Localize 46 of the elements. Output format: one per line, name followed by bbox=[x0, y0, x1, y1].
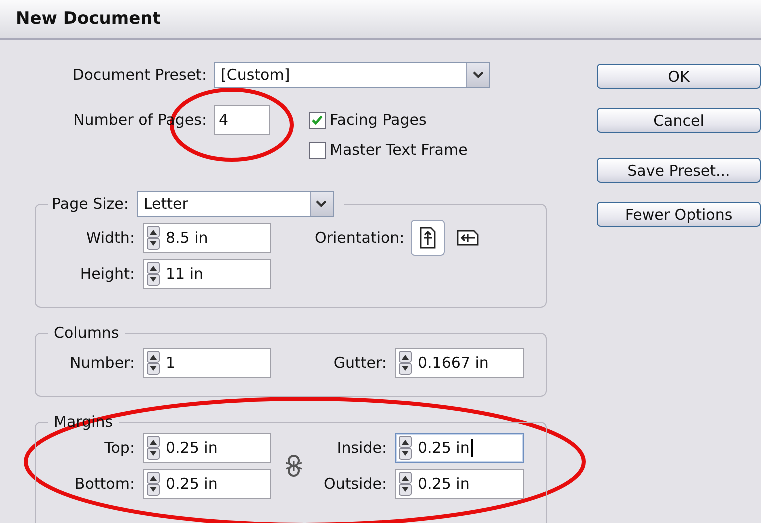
checkbox-label[interactable]: Facing Pages bbox=[330, 111, 427, 129]
dialog-button[interactable]: OK bbox=[597, 64, 761, 89]
spinner-arrows-icon bbox=[147, 262, 160, 286]
dialog-button[interactable]: Cancel bbox=[597, 108, 761, 133]
field-label: Width: bbox=[85, 229, 135, 247]
field-label: Number: bbox=[68, 354, 135, 372]
window-title: New Document bbox=[16, 9, 161, 29]
spinner-arrows-icon bbox=[399, 436, 412, 460]
portrait-page-icon bbox=[418, 227, 437, 249]
dialog-button[interactable]: Fewer Options bbox=[597, 202, 761, 227]
spinner-arrows-icon bbox=[147, 436, 160, 460]
spinner-arrows-icon bbox=[147, 351, 160, 375]
field-label: Bottom: bbox=[74, 475, 135, 493]
spinner-field[interactable]: 0.25 in bbox=[395, 469, 524, 499]
dropdown[interactable]: Letter bbox=[136, 191, 334, 217]
spinner-field[interactable]: 0.1667 in bbox=[395, 348, 524, 378]
field-label: Orientation: bbox=[315, 229, 405, 247]
checkbox[interactable] bbox=[309, 112, 326, 128]
field-label: Height: bbox=[79, 265, 135, 283]
spinner-field[interactable]: 1 bbox=[143, 348, 271, 378]
field-label: Page Size: bbox=[52, 195, 129, 213]
spinner-arrows-icon bbox=[147, 472, 160, 496]
text-field[interactable]: 4 bbox=[214, 105, 270, 135]
field-label: Gutter: bbox=[332, 354, 387, 372]
spinner-arrows-icon bbox=[147, 226, 160, 250]
field-label: Outside: bbox=[323, 475, 387, 493]
checkbox[interactable] bbox=[309, 142, 326, 158]
spinner-arrows-icon bbox=[399, 351, 412, 375]
spinner-field[interactable]: 0.25 in bbox=[395, 433, 524, 463]
spinner-field[interactable]: 11 in bbox=[143, 259, 271, 289]
field-label: Inside: bbox=[336, 439, 387, 457]
spinner-arrows-icon bbox=[399, 472, 412, 496]
spinner-field[interactable]: 8.5 in bbox=[143, 223, 271, 253]
chevron-icon bbox=[472, 71, 484, 79]
chevron-icon bbox=[316, 200, 328, 208]
orientation-button[interactable] bbox=[410, 220, 445, 256]
dropdown[interactable]: [Custom] bbox=[214, 62, 490, 88]
spinner-field[interactable]: 0.25 in bbox=[143, 469, 271, 499]
field-label: Document Preset: bbox=[72, 66, 207, 84]
landscape-page-icon bbox=[456, 229, 479, 247]
checkbox-label[interactable]: Master Text Frame bbox=[330, 141, 468, 159]
group-title: Columns bbox=[54, 324, 120, 342]
dialog-button[interactable]: Save Preset... bbox=[597, 158, 761, 183]
field-label: Top: bbox=[104, 439, 135, 457]
spinner-field[interactable]: 0.25 in bbox=[143, 433, 271, 463]
chain-link-icon bbox=[286, 455, 302, 477]
